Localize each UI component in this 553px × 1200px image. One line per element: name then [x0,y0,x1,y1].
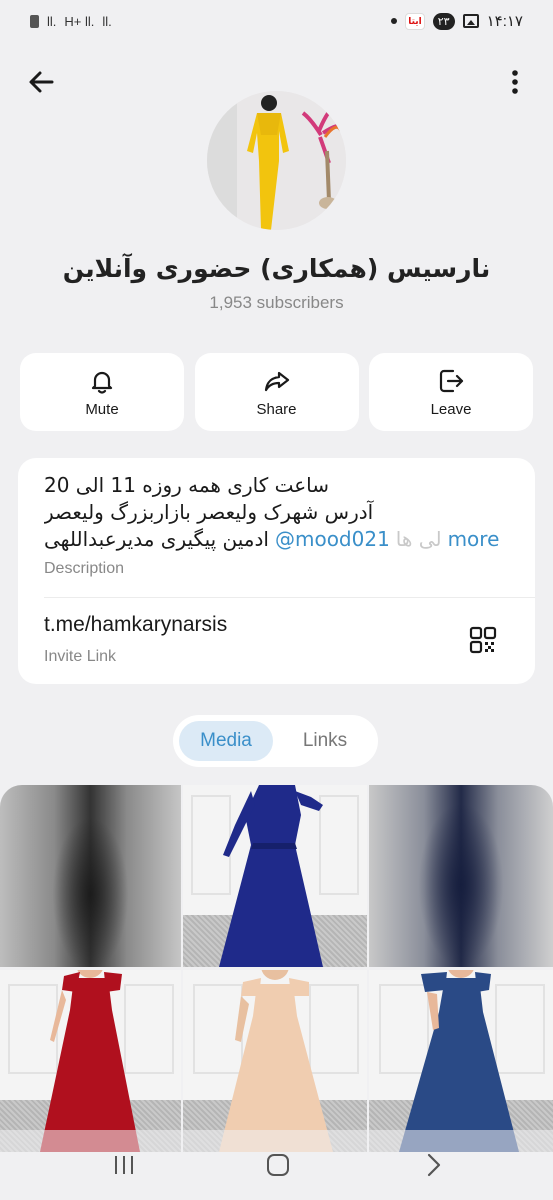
bell-icon [91,371,113,394]
mute-label: Mute [85,400,119,418]
description-line-2: آدرس شهرک ولیعصر بازاربزرگ ولیعصر [44,500,374,524]
sim-icon [30,15,39,28]
dress-image [219,970,333,1152]
media-tabs: Media Links [173,715,378,767]
media-item[interactable] [183,970,367,1152]
media-grid [0,785,553,1152]
notification-dot-icon [391,18,398,24]
share-label: Share [256,400,297,418]
image-icon [462,14,479,28]
divider [44,597,535,598]
invite-link-label: Invite Link [44,648,117,665]
status-bar: ll. H+ ll. ll. ایتا ۲۳ ۱۴:۱۷ [0,0,553,46]
signal-icon-2: ll. [102,14,112,29]
qr-code-button[interactable] [469,626,497,654]
dress-image [219,785,323,967]
action-buttons: Mute Share Leave [20,353,533,431]
channel-description[interactable]: ساعت کاری همه روزه 11 الی 20 آدرس شهرک و… [44,472,509,553]
blurred-preview [0,785,181,967]
network-signal-icon: H+ ll. [64,14,95,29]
app-badge: ایتا [405,12,425,30]
back-button[interactable] [26,66,58,98]
leave-button[interactable]: Leave [369,353,533,431]
blurred-preview [369,785,553,967]
signal-icon: ll. [47,14,57,29]
status-right: ایتا ۲۳ ۱۴:۱۷ [391,12,523,30]
share-button[interactable]: Share [194,353,359,431]
status-left: ll. H+ ll. ll. [30,14,112,29]
description-faded-text: لی ها [395,527,442,551]
mention-link[interactable]: @mood021 [275,526,390,553]
channel-avatar[interactable] [207,91,346,230]
media-item[interactable] [183,785,367,967]
clock: ۱۴:۱۷ [486,13,523,30]
more-link[interactable]: more [448,526,500,553]
description-line-1: ساعت کاری همه روزه 11 الی 20 [44,473,330,497]
recent-apps-button[interactable] [113,1154,135,1176]
avatar-image [207,91,346,230]
invite-link[interactable]: t.me/hamkarynarsis [44,613,227,637]
qr-code-icon [469,626,497,654]
channel-info-card: ساعت کاری همه روزه 11 الی 20 آدرس شهرک و… [18,458,535,684]
media-item[interactable] [0,785,181,967]
media-item[interactable] [0,970,181,1152]
tab-media[interactable]: Media [179,721,273,761]
leave-label: Leave [430,400,472,418]
home-button[interactable] [267,1154,289,1176]
leave-icon [439,369,464,392]
mute-button[interactable]: Mute [20,353,184,431]
system-back-button[interactable] [424,1152,444,1178]
dress-image [399,970,519,1152]
arrow-left-icon [29,71,54,93]
share-icon [264,371,289,391]
tab-links[interactable]: Links [279,721,371,761]
media-item[interactable] [369,785,553,967]
subscriber-count: 1,953 subscribers [209,293,344,312]
dress-image [40,970,140,1152]
more-vertical-icon [512,70,518,94]
system-nav-bar [0,1130,553,1200]
more-menu-button[interactable] [505,66,525,98]
description-label: Description [44,560,125,577]
channel-title: نارسیس (همکاری) حضوری وآنلاین [62,254,491,283]
description-line-3-text: ادمین پیگیری مدیرعبداللهی [44,527,269,551]
description-line-3: ادمین پیگیری مدیرعبداللهی @mood021 لی ها… [44,526,509,553]
count-badge: ۲۳ [432,12,455,30]
media-item[interactable] [369,970,553,1152]
